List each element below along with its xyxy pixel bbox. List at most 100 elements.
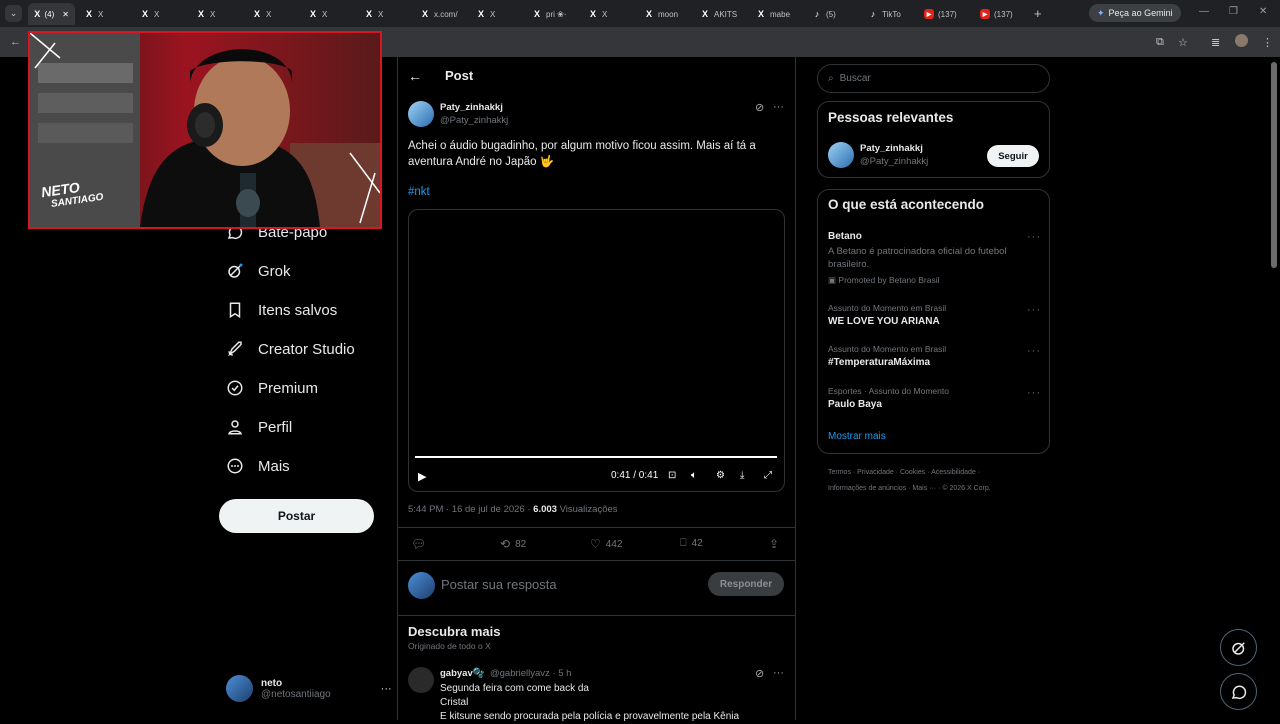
tweet-timestamp[interactable]: 5:44 PM · 16 de jul de 2026 · <box>408 504 533 515</box>
browser-tab[interactable]: Xpri ❀· <box>526 3 579 25</box>
new-tab-button[interactable]: + <box>1034 6 1042 21</box>
browser-tab[interactable]: XX <box>582 3 635 25</box>
trend-name[interactable]: #TemperaturaMáxima <box>828 357 930 368</box>
author-name[interactable]: Paty_zinhakkj <box>440 102 503 113</box>
nav-grok[interactable]: Grok <box>226 262 291 280</box>
relevant-avatar[interactable] <box>828 142 854 168</box>
browser-tab[interactable]: Xmabe <box>750 3 803 25</box>
trend-more-icon[interactable]: ··· <box>1027 387 1041 399</box>
reply-submit-button[interactable]: Responder <box>708 572 784 596</box>
browser-tab-label: X <box>154 9 160 19</box>
nav-profile[interactable]: Perfil <box>226 418 292 436</box>
tab-search-button[interactable]: ⌄ <box>5 5 22 22</box>
relevant-people-title: Pessoas relevantes <box>828 110 954 125</box>
browser-tab[interactable]: XX <box>246 3 299 25</box>
video-player[interactable] <box>408 209 785 492</box>
search-icon: ⌕ <box>828 73 834 84</box>
promo-name[interactable]: Betano <box>828 231 862 242</box>
browser-tab[interactable]: ▶ (137) <box>918 3 971 25</box>
browser-menu-icon[interactable]: ⋮ <box>1262 36 1273 49</box>
close-window-icon[interactable]: ✕ <box>1259 6 1267 17</box>
settings-gear-icon[interactable]: ⚙ <box>716 470 725 481</box>
footer-links[interactable]: Informações de anúncios · Mais ··· · © 2… <box>828 485 991 492</box>
promo-more-icon[interactable]: ··· <box>1027 231 1041 243</box>
reading-list-icon[interactable]: ≣ <box>1211 36 1220 49</box>
share-button[interactable]: ⇪ <box>769 537 779 551</box>
gemini-button[interactable]: ✦ Peça ao Gemini <box>1089 4 1181 22</box>
relevant-name[interactable]: Paty_zinhakkj <box>860 143 923 154</box>
restore-icon[interactable]: ❐ <box>1229 6 1238 17</box>
hashtag-link[interactable]: #nkt <box>408 186 430 198</box>
browser-tab[interactable]: ♪ (5) <box>806 3 859 25</box>
retweet-button[interactable]: ⟲ 82 <box>500 537 526 551</box>
browser-tab[interactable]: XX <box>190 3 243 25</box>
search-input[interactable]: ⌕ Buscar <box>817 64 1050 93</box>
pip-icon[interactable]: ⤓ <box>740 470 744 481</box>
discover-post-more-icon[interactable]: ··· <box>773 667 784 679</box>
tweet-more-icon[interactable]: ··· <box>773 101 784 113</box>
like-button[interactable]: ♡ 442 <box>590 537 622 551</box>
nav-more[interactable]: Mais <box>226 457 290 475</box>
account-switcher[interactable]: neto @netosantiiago ··· <box>226 675 392 702</box>
author-avatar[interactable] <box>408 101 434 127</box>
post-button[interactable]: Postar <box>219 499 374 533</box>
browser-tab-label: X <box>602 9 608 19</box>
browser-tab-label: X <box>378 9 384 19</box>
browser-tab-label: (137) <box>994 9 1013 19</box>
author-handle[interactable]: @Paty_zinhakkj <box>440 115 508 126</box>
nav-premium[interactable]: Premium <box>226 379 318 397</box>
browser-tab[interactable]: XX <box>358 3 411 25</box>
trend-name[interactable]: WE LOVE YOU ARIANA <box>828 316 940 327</box>
page-scrollbar[interactable] <box>1271 62 1277 268</box>
bookmark-button[interactable]: ⎕ 42 <box>680 537 703 550</box>
browser-tab[interactable]: X (4) ✕ <box>28 3 75 25</box>
play-icon[interactable]: ▶ <box>418 470 426 483</box>
browser-tab[interactable]: XX <box>302 3 355 25</box>
trend-more-icon[interactable]: ··· <box>1027 345 1041 357</box>
install-app-icon[interactable]: ⧉ <box>1156 36 1164 49</box>
account-more-icon[interactable]: ··· <box>381 683 392 695</box>
relevant-handle[interactable]: @Paty_zinhakkj <box>860 156 928 167</box>
follow-button[interactable]: Seguir <box>987 145 1039 167</box>
close-tab-icon[interactable]: ✕ <box>62 10 69 19</box>
back-arrow-icon[interactable]: ← <box>408 68 422 84</box>
more-circle-icon <box>227 458 243 474</box>
footer-links[interactable]: Termos · Privacidade · Cookies · Acessib… <box>828 469 980 476</box>
discover-post-name[interactable]: gabyav🫧 <box>440 668 485 679</box>
captions-icon[interactable]: ⊡ <box>668 470 676 481</box>
browser-tab[interactable]: Xx.com/ <box>414 3 467 25</box>
x-logo-icon: X <box>141 9 148 19</box>
reply-input[interactable]: Postar sua resposta <box>441 577 557 592</box>
browser-tab[interactable]: XX <box>134 3 187 25</box>
gemini-icon: ✦ <box>1097 7 1105 18</box>
video-progress-bar[interactable] <box>415 456 777 458</box>
browser-tab[interactable]: XX <box>78 3 131 25</box>
fullscreen-icon[interactable]: ⤢ <box>764 470 772 481</box>
messages-fab[interactable] <box>1220 673 1257 710</box>
minimize-icon[interactable]: — <box>1199 6 1209 17</box>
bookmark-count: 42 <box>691 538 703 549</box>
grok-fab[interactable] <box>1220 629 1257 666</box>
profile-avatar[interactable] <box>1235 34 1248 47</box>
grok-analyze-icon[interactable]: ⊘ <box>755 101 764 114</box>
discover-post-avatar[interactable] <box>408 667 434 693</box>
star-icon[interactable]: ☆ <box>1178 36 1188 49</box>
grok-analyze-icon[interactable]: ⊘ <box>755 667 764 680</box>
browser-tab[interactable]: ♪ TikTo <box>862 3 915 25</box>
x-logo-icon: X <box>365 9 372 19</box>
browser-tab[interactable]: XX <box>470 3 523 25</box>
show-more-link[interactable]: Mostrar mais <box>828 431 886 442</box>
volume-icon[interactable]: 🔈︎ <box>691 470 697 481</box>
browser-tab[interactable]: X AKITS <box>694 3 747 25</box>
browser-tab-label: X <box>322 9 328 19</box>
trend-more-icon[interactable]: ··· <box>1027 304 1041 316</box>
back-arrow-icon[interactable]: ← <box>10 36 21 48</box>
discover-post-handle[interactable]: @gabriellyavz · 5 h <box>490 668 571 679</box>
nav-bookmarks[interactable]: Itens salvos <box>226 301 337 319</box>
reply-button[interactable]: 💬︎ <box>411 537 426 551</box>
trend-name[interactable]: Paulo Baya <box>828 399 882 410</box>
browser-tab[interactable]: Xmoon <box>638 3 691 25</box>
nav-creator-studio[interactable]: Creator Studio <box>226 340 355 358</box>
browser-tab[interactable]: ▶ (137) <box>974 3 1027 25</box>
youtube-icon: ▶ <box>924 9 934 19</box>
